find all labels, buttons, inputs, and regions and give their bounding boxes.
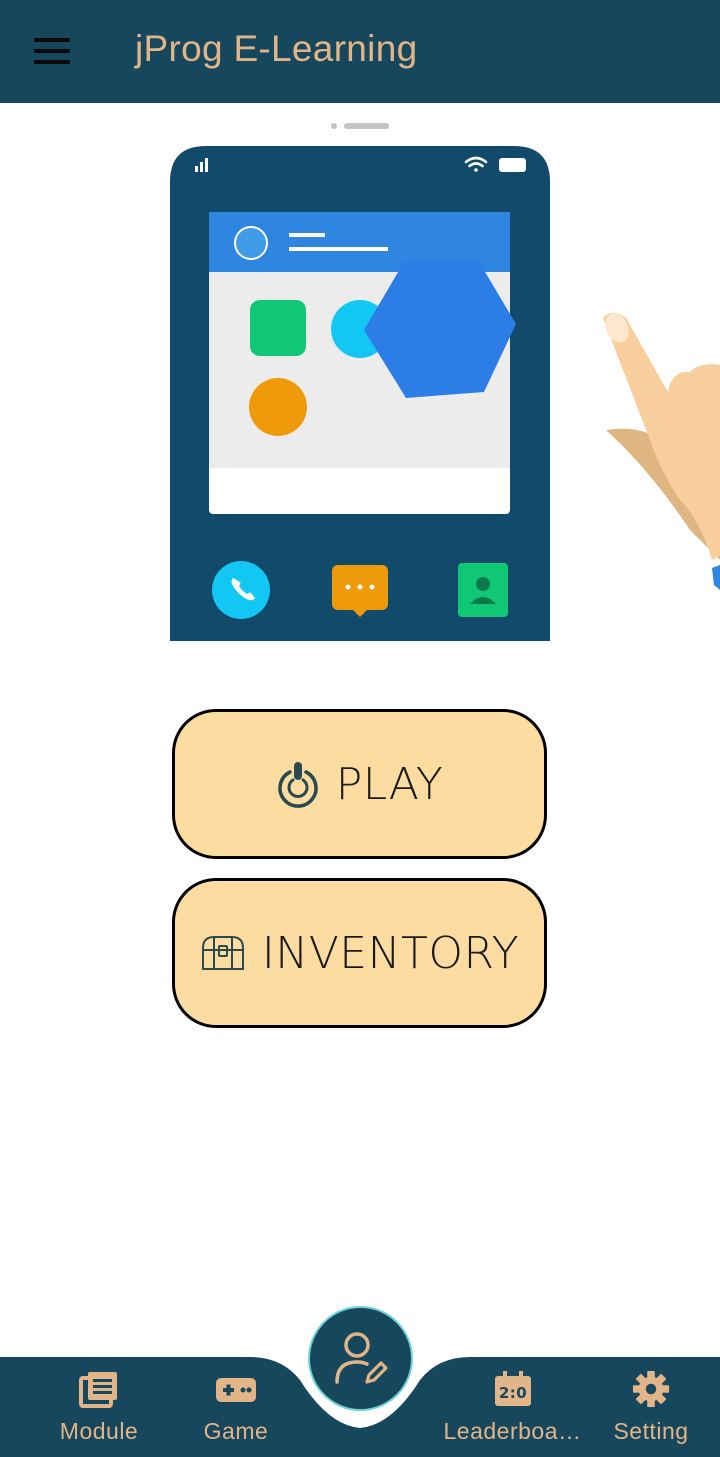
phone-illustration (170, 146, 720, 641)
module-list-icon (79, 1372, 117, 1408)
nav-label-game: Game (203, 1418, 269, 1444)
nav-item-leaderboard[interactable]: 2:0 Leaderboa… (440, 1370, 585, 1445)
power-icon (277, 762, 318, 808)
svg-text:2:0: 2:0 (498, 1384, 526, 1402)
inventory-button[interactable]: INVENTORY (172, 878, 547, 1028)
nav-item-module[interactable]: Module (50, 1370, 148, 1445)
play-label: PLAY (335, 758, 444, 810)
gamepad-icon (216, 1378, 256, 1402)
hamburger-menu-icon[interactable] (34, 36, 70, 66)
pointing-hand (603, 313, 720, 590)
inventory-label: INVENTORY (261, 927, 520, 979)
scoreboard-icon: 2:0 (494, 1371, 531, 1406)
profile-fab[interactable] (308, 1306, 413, 1411)
battery-icon (499, 158, 526, 172)
app-title: jProg E-Learning (135, 28, 418, 69)
treasure-chest-icon (201, 936, 244, 970)
app-bar: jProg E-Learning (0, 0, 720, 103)
nav-label-setting: Setting (613, 1418, 689, 1444)
gear-icon (632, 1370, 670, 1408)
nav-item-game[interactable]: Game (194, 1370, 278, 1445)
carousel-dot-active[interactable] (344, 123, 389, 129)
nav-label-module: Module (59, 1418, 139, 1444)
nav-item-setting[interactable]: Setting (606, 1370, 696, 1445)
carousel-dot-inactive[interactable] (331, 123, 337, 129)
carousel-indicator (0, 122, 720, 130)
play-button[interactable]: PLAY (172, 709, 547, 859)
nav-label-leaderboard: Leaderboa… (443, 1418, 582, 1444)
profile-edit-icon (334, 1331, 388, 1384)
